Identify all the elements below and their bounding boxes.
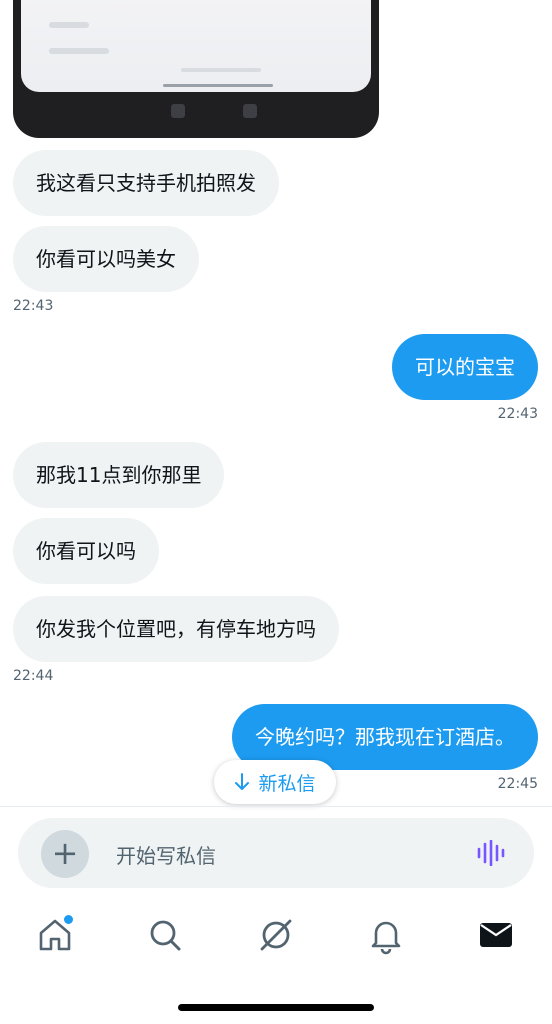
new-messages-label: 新私信 <box>258 772 316 795</box>
message-text: 我这看只支持手机拍照发 <box>36 171 256 195</box>
photo-screen <box>21 0 371 92</box>
message-bubble-incoming[interactable]: 我这看只支持手机拍照发 <box>13 150 279 216</box>
message-text: 你看可以吗 <box>36 539 136 563</box>
home-indicator <box>178 1004 374 1011</box>
photo-home-bar <box>163 84 273 87</box>
message-time: 22:43 <box>13 298 54 314</box>
message-text: 你发我个位置吧，有停车地方吗 <box>36 617 316 641</box>
photo-text-line <box>49 22 89 28</box>
photo-icon <box>243 104 257 118</box>
message-text: 那我11点到你那里 <box>36 463 202 487</box>
search-icon[interactable] <box>145 915 185 955</box>
message-bubble-incoming[interactable]: 那我11点到你那里 <box>13 442 225 508</box>
message-time: 22:43 <box>497 406 538 422</box>
message-input[interactable]: 开始写私信 <box>116 840 216 869</box>
photo-text-line <box>181 68 261 72</box>
message-bubble-incoming[interactable]: 你看可以吗美女 <box>13 226 199 292</box>
mail-icon[interactable] <box>476 915 516 955</box>
message-text: 今晚约吗？那我现在订酒店。 <box>255 725 515 749</box>
message-text: 可以的宝宝 <box>415 355 515 379</box>
message-bubble-outgoing[interactable]: 可以的宝宝 <box>392 334 538 400</box>
message-time: 22:44 <box>13 668 54 684</box>
arrow-down-icon <box>235 773 250 790</box>
photo-text-line <box>49 48 109 54</box>
shared-photo[interactable] <box>13 0 379 138</box>
bottom-tab-bar <box>0 905 552 975</box>
spaces-icon[interactable] <box>256 915 296 955</box>
plus-icon: + <box>51 834 79 872</box>
message-bubble-incoming[interactable]: 你看可以吗 <box>13 518 159 584</box>
new-messages-button[interactable]: 新私信 <box>214 760 336 804</box>
voice-message-icon[interactable] <box>476 840 506 866</box>
notification-dot <box>62 913 75 926</box>
photo-icon <box>171 104 185 118</box>
message-composer[interactable]: + 开始写私信 <box>18 818 534 888</box>
message-time: 22:45 <box>497 776 538 792</box>
message-bubble-incoming[interactable]: 你发我个位置吧，有停车地方吗 <box>13 596 339 662</box>
divider <box>0 806 552 807</box>
message-text: 你看可以吗美女 <box>36 247 176 271</box>
bell-icon[interactable] <box>366 915 406 955</box>
add-media-button[interactable]: + <box>41 830 89 878</box>
